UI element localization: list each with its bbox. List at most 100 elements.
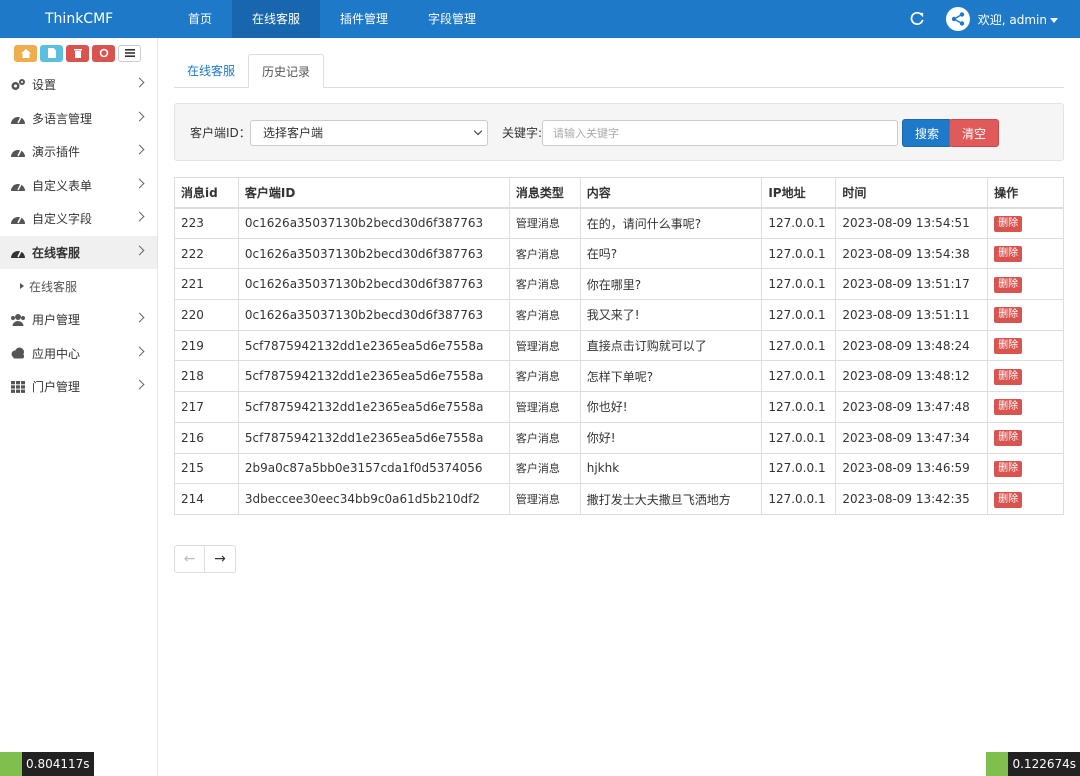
cell-ip: 127.0.0.1 — [761, 268, 837, 301]
top-navbar: ThinkCMF 首页 在线客服 插件管理 字段管理 欢迎, admin — [0, 0, 1080, 38]
nav-plugin-manage[interactable]: 插件管理 — [320, 0, 408, 38]
chevron-right-icon — [134, 379, 145, 390]
list-shortcut-button[interactable] — [118, 44, 141, 62]
delete-button[interactable]: 删除 — [994, 246, 1023, 263]
home-shortcut-button[interactable] — [14, 44, 37, 62]
delete-button[interactable]: 删除 — [994, 338, 1023, 355]
sidebar-item-label: 多语言管理 — [32, 111, 93, 126]
cell-client-id: 0c1626a35037130b2becd30d6f387763 — [237, 268, 510, 301]
client-id-label: 客户端ID： — [190, 126, 251, 140]
col-header-message-id: 消息id — [174, 177, 239, 209]
share-icon — [951, 12, 964, 26]
cell-content: 在的，请问什么事呢? — [579, 207, 763, 239]
user-menu[interactable]: 欢迎, admin — [978, 11, 1058, 28]
recycle-shortcut-button[interactable] — [92, 44, 115, 62]
cell-ip: 127.0.0.1 — [761, 421, 837, 454]
cell-time: 2023-08-09 13:51:17 — [835, 268, 989, 301]
delete-button[interactable]: 删除 — [994, 460, 1023, 477]
clear-button[interactable]: 清空 — [949, 119, 1000, 147]
col-header-time: 时间 — [835, 177, 989, 209]
client-id-select[interactable]: 选择客户端 — [250, 120, 488, 146]
delete-button[interactable]: 删除 — [994, 368, 1023, 385]
cell-ip: 127.0.0.1 — [761, 299, 837, 331]
keyword-input[interactable] — [542, 120, 898, 146]
caret-down-icon — [1050, 17, 1058, 23]
chevron-down-icon — [473, 126, 483, 136]
search-button[interactable]: 搜索 — [902, 119, 953, 147]
cell-time: 2023-08-09 13:42:35 — [835, 483, 989, 515]
debug-timer-right[interactable]: 0.122674s — [986, 752, 1080, 776]
cell-ip: 127.0.0.1 — [761, 207, 837, 239]
home-icon — [20, 48, 31, 58]
delete-button[interactable]: 删除 — [994, 430, 1023, 447]
brand-logo[interactable]: ThinkCMF — [45, 0, 113, 38]
sidebar-subitem-online-service[interactable]: 在线客服 — [0, 269, 157, 303]
tab-online-service[interactable]: 在线客服 — [174, 54, 248, 88]
chevron-right-icon — [134, 346, 145, 356]
dashboard-icon — [10, 178, 26, 192]
message-table: 消息id 客户端ID 消息类型 内容 IP地址 时间 操作 223 0c1626a… — [174, 177, 1064, 515]
nav-field-manage[interactable]: 字段管理 — [408, 0, 496, 38]
trash-shortcut-button[interactable] — [66, 44, 89, 62]
file-shortcut-button[interactable] — [40, 44, 63, 62]
avatar[interactable] — [945, 7, 970, 31]
prev-page-button[interactable]: ← — [174, 545, 205, 573]
cell-ip: 127.0.0.1 — [761, 360, 837, 393]
table-row: 221 0c1626a35037130b2becd30d6f387763 客户消息你… — [174, 268, 1064, 301]
table-row: 214 3dbeccee30eec34bb9c0a61d5b210df2 管理消息撒… — [174, 483, 1064, 515]
cell-client-id: 5cf7875942132dd1e2365ea5d6e7558a — [237, 391, 510, 423]
sidebar-item-user-manage[interactable]: 用户管理 — [0, 303, 157, 337]
cell-message-id: 216 — [174, 421, 239, 454]
cell-time: 2023-08-09 13:46:59 — [835, 452, 989, 485]
sidebar-item-label: 门户管理 — [32, 380, 81, 395]
delete-button[interactable]: 删除 — [994, 399, 1023, 416]
next-page-button[interactable]: → — [205, 545, 236, 573]
cell-ip: 127.0.0.1 — [761, 483, 837, 515]
sidebar-item-settings[interactable]: 设置 — [0, 68, 157, 102]
sidebar-item-language[interactable]: 多语言管理 — [0, 102, 157, 136]
sidebar-item-custom-form[interactable]: 自定义表单 — [0, 169, 157, 203]
delete-button[interactable]: 删除 — [994, 307, 1023, 324]
cell-message-id: 222 — [174, 237, 239, 270]
sidebar-item-label: 在线客服 — [32, 245, 81, 260]
dashboard-icon — [10, 212, 26, 226]
cell-time: 2023-08-09 13:47:34 — [835, 421, 989, 454]
chevron-right-icon — [134, 312, 145, 323]
sidebar-item-label: 自定义字段 — [32, 212, 93, 227]
delete-button[interactable]: 删除 — [994, 491, 1023, 508]
debug-timer-left[interactable]: 0.804117s — [0, 752, 94, 776]
cell-content: 在吗? — [579, 237, 763, 270]
cell-content: 你好! — [579, 421, 763, 454]
grid-icon — [10, 380, 26, 394]
table-row: 220 0c1626a35037130b2becd30d6f387763 客户消息我… — [174, 299, 1064, 331]
nav-online-service[interactable]: 在线客服 — [232, 0, 321, 38]
delete-button[interactable]: 删除 — [994, 215, 1023, 232]
cell-message-id: 214 — [174, 483, 239, 515]
cell-message-id: 217 — [174, 391, 239, 423]
cell-message-type: 管理消息 — [508, 207, 581, 239]
delete-button[interactable]: 删除 — [994, 276, 1023, 293]
cell-action: 删除 — [987, 391, 1064, 423]
main-content: 在线客服 历史记录 客户端ID： 选择客户端 关键字: 搜索 清空 消息id 客… — [174, 54, 1064, 573]
cell-message-id: 218 — [174, 360, 239, 393]
sidebar-item-demo-plugin[interactable]: 演示插件 — [0, 135, 157, 169]
filter-form: 客户端ID： 选择客户端 关键字: 搜索 清空 — [174, 103, 1064, 161]
tab-history[interactable]: 历史记录 — [248, 54, 325, 88]
nav-home[interactable]: 首页 — [168, 0, 232, 38]
cell-message-type: 管理消息 — [508, 483, 581, 515]
table-row: 223 0c1626a35037130b2becd30d6f387763 管理消息在… — [174, 207, 1064, 239]
welcome-text: 欢迎, admin — [977, 12, 1047, 27]
cell-message-type: 客户消息 — [508, 360, 581, 393]
cell-message-type: 管理消息 — [508, 329, 581, 362]
sidebar: 设置 多语言管理 演示插件 自定义表单 自定义字段 在线客服 在线客服 用户管理… — [0, 38, 158, 776]
cell-client-id: 0c1626a35037130b2becd30d6f387763 — [237, 207, 510, 239]
table-row: 219 5cf7875942132dd1e2365ea5d6e7558a 管理消息直… — [174, 329, 1064, 362]
cell-action: 删除 — [987, 452, 1064, 485]
sidebar-item-portal-manage[interactable]: 门户管理 — [0, 370, 157, 404]
sidebar-item-online-service[interactable]: 在线客服 — [0, 235, 157, 269]
sidebar-item-app-center[interactable]: 应用中心 — [0, 337, 157, 371]
refresh-icon[interactable] — [910, 12, 924, 26]
sidebar-item-custom-field[interactable]: 自定义字段 — [0, 202, 157, 236]
debug-logo-icon — [986, 752, 1009, 776]
sidebar-toolbar — [0, 38, 157, 68]
